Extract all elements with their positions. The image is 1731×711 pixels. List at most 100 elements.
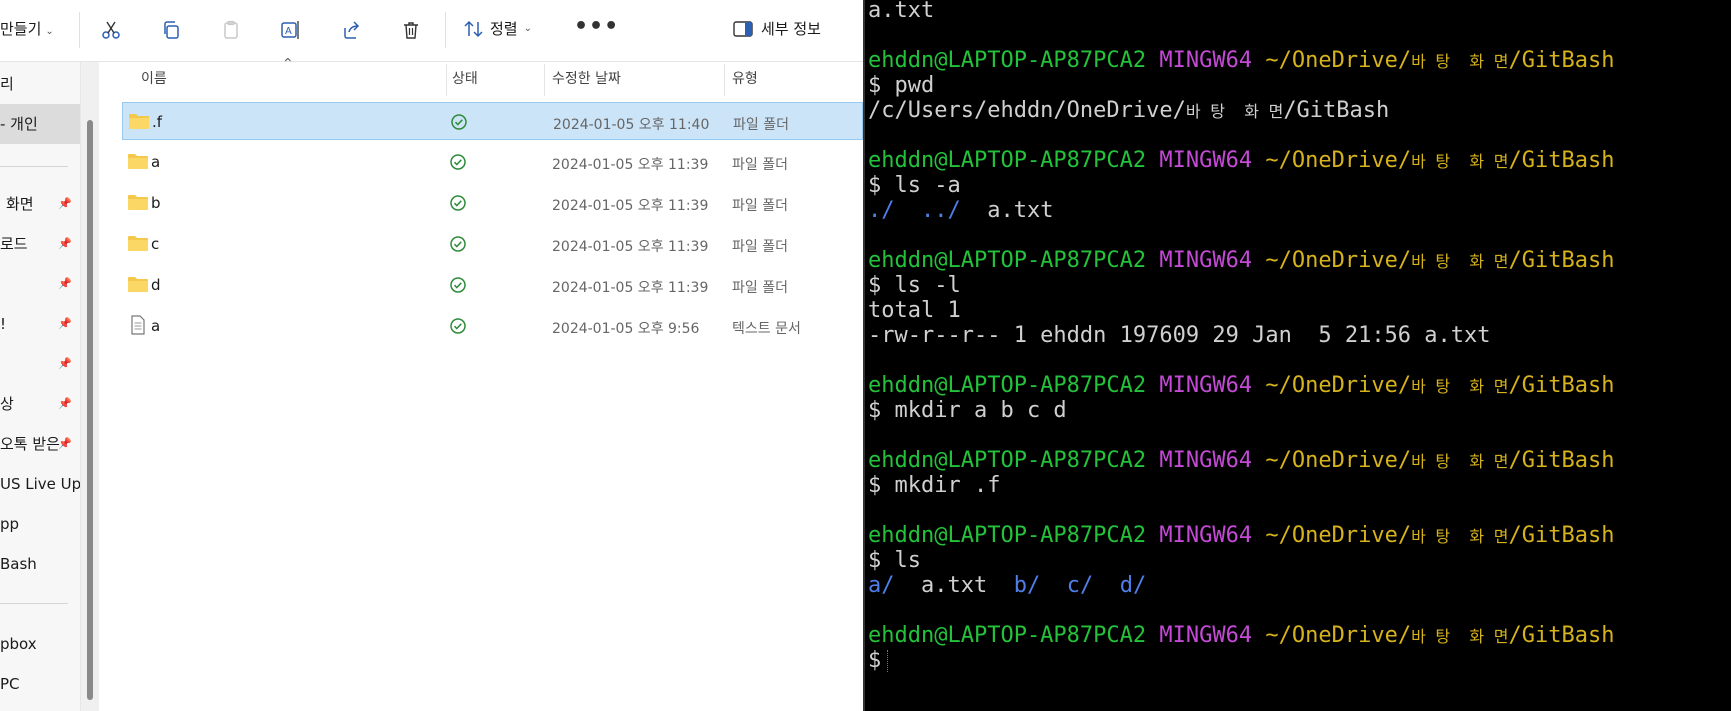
file-row[interactable]: a 2024-01-05 오후 9:56 텍스트 문서 xyxy=(122,307,863,345)
rename-icon: A xyxy=(281,21,299,39)
nav-item-kakaotalk[interactable]: 오톡 받은 📌 xyxy=(0,424,80,464)
nav-item-label: pp xyxy=(0,515,20,533)
delete-button[interactable] xyxy=(396,16,426,44)
file-row[interactable]: d 2024-01-05 오후 11:39 파일 폴더 xyxy=(122,266,863,304)
sort-button[interactable]: 정렬 ⌄ xyxy=(464,18,532,39)
file-type: 파일 폴더 xyxy=(733,117,789,133)
terminal-output-line: total 1 xyxy=(868,298,961,323)
share-button[interactable] xyxy=(336,16,366,44)
file-date: 2024-01-05 오후 11:39 xyxy=(552,239,709,255)
nav-item[interactable]: 상 📌 xyxy=(0,384,80,424)
share-icon xyxy=(344,21,360,39)
sync-check-icon xyxy=(450,236,466,252)
nav-item-live-update[interactable]: US Live Upda xyxy=(0,464,80,504)
sync-check-icon xyxy=(451,114,467,130)
terminal-input-line[interactable]: $ xyxy=(868,648,889,674)
file-date: 2024-01-05 오후 11:39 xyxy=(552,198,709,214)
sync-check-icon xyxy=(450,195,466,211)
text-cursor xyxy=(887,650,889,672)
gitbash-terminal[interactable]: a.txt ehddn@LAPTOP-AP87PCA2 MINGW64 ~/On… xyxy=(863,0,1731,711)
file-date: 2024-01-05 오후 11:40 xyxy=(553,117,710,133)
navigation-pane: 리 - 개인 화면 📌 로드 📌 📌 ! 📌 📌 상 📌 오톡 받은 📌 US Live … xyxy=(0,62,80,711)
column-divider[interactable] xyxy=(446,64,447,96)
scrollbar-thumb[interactable] xyxy=(87,120,93,700)
nav-item-label: 상 xyxy=(0,395,14,413)
details-pane-button[interactable]: 세부 정보 xyxy=(733,18,821,39)
clipboard-icon xyxy=(224,20,238,39)
column-header-type[interactable]: 유형 xyxy=(732,62,758,100)
nav-item-label: 화면 xyxy=(6,195,34,213)
terminal-command-line: $ mkdir .f xyxy=(868,473,1001,498)
column-header-name[interactable]: 이름 xyxy=(141,62,167,100)
details-pane-icon xyxy=(733,20,753,37)
nav-item-label: PC xyxy=(0,675,20,693)
nav-item-downloads[interactable]: 로드 📌 xyxy=(0,224,80,264)
nav-item[interactable]: 📌 xyxy=(0,344,80,384)
svg-text:A: A xyxy=(285,26,292,37)
nav-item[interactable]: pp xyxy=(0,504,80,544)
column-header-status[interactable]: 상태 xyxy=(452,62,478,100)
file-name: b xyxy=(151,194,161,212)
terminal-output-line: ./ ../ a.txt xyxy=(868,198,1054,223)
nav-item-label: US Live Upda xyxy=(0,475,80,493)
nav-item-desktop[interactable]: 화면 📌 xyxy=(0,184,80,224)
command-bar: 만들기 ⌄ A 정렬 ⌄ ••• 세부 정보 xyxy=(0,0,863,62)
terminal-prompt-line: ehddn@LAPTOP-AP87PCA2 MINGW64 ~/OneDrive… xyxy=(868,148,1615,173)
more-options-button[interactable]: ••• xyxy=(574,14,619,39)
folder-icon xyxy=(129,114,149,129)
terminal-prompt-line: ehddn@LAPTOP-AP87PCA2 MINGW64 ~/OneDrive… xyxy=(868,48,1615,73)
nav-item-onedrive-personal[interactable]: - 개인 xyxy=(0,104,80,144)
pin-icon: 📌 xyxy=(58,317,72,330)
toolbar-divider xyxy=(79,12,80,48)
new-label: 만들기 xyxy=(0,20,42,38)
copy-icon xyxy=(164,21,179,39)
file-row[interactable]: a 2024-01-05 오후 11:39 파일 폴더 xyxy=(122,143,863,181)
nav-item[interactable]: ! 📌 xyxy=(0,304,80,344)
toolbar-divider xyxy=(445,12,446,48)
file-row[interactable]: .f 2024-01-05 오후 11:40 파일 폴더 xyxy=(122,102,863,140)
nav-item[interactable]: 📌 xyxy=(0,264,80,304)
file-explorer-window: 만들기 ⌄ A 정렬 ⌄ ••• 세부 정보 리 - 개인 화면 📌 로드 📌 … xyxy=(0,0,863,711)
cut-button[interactable] xyxy=(96,16,126,44)
nav-item[interactable]: 리 xyxy=(0,64,80,104)
file-date: 2024-01-05 오후 11:39 xyxy=(552,157,709,173)
file-name: c xyxy=(151,235,160,253)
sort-icon xyxy=(464,20,483,37)
paste-button[interactable] xyxy=(216,16,246,44)
nav-item-label: 리 xyxy=(0,75,14,93)
terminal-command-line: $ ls xyxy=(868,548,921,573)
scissors-icon xyxy=(102,21,120,39)
chevron-down-icon: ⌄ xyxy=(523,23,532,34)
terminal-prompt-line: ehddn@LAPTOP-AP87PCA2 MINGW64 ~/OneDrive… xyxy=(868,448,1615,473)
nav-item-label: 오톡 받은 xyxy=(0,435,60,453)
nav-item-gitbash[interactable]: Bash xyxy=(0,544,80,584)
pin-icon: 📌 xyxy=(58,397,72,410)
file-date: 2024-01-05 오후 9:56 xyxy=(552,321,700,337)
copy-button[interactable] xyxy=(156,16,186,44)
nav-item-dropbox[interactable]: pbox xyxy=(0,624,80,664)
file-list: ⌃ 이름 상태 수정한 날짜 유형 .f 2024-01-05 오후 11:40… xyxy=(99,56,863,711)
file-row[interactable]: b 2024-01-05 오후 11:39 파일 폴더 xyxy=(122,184,863,222)
nav-item-label: - 개인 xyxy=(0,115,38,133)
terminal-prompt-line: ehddn@LAPTOP-AP87PCA2 MINGW64 ~/OneDrive… xyxy=(868,623,1615,648)
nav-item-label: ! xyxy=(0,315,7,333)
trash-icon xyxy=(404,22,418,39)
rename-button[interactable]: A xyxy=(276,16,306,44)
terminal-output-line: a.txt xyxy=(868,0,935,23)
column-divider[interactable] xyxy=(544,64,545,96)
nav-scrollbar[interactable] xyxy=(80,62,99,711)
nav-item-label: pbox xyxy=(0,635,37,653)
sync-check-icon xyxy=(450,154,466,170)
file-row[interactable]: c 2024-01-05 오후 11:39 파일 폴더 xyxy=(122,225,863,263)
terminal-output-line: a/ a.txt b/ c/ d/ xyxy=(868,573,1147,598)
file-name: a xyxy=(151,317,161,335)
file-date: 2024-01-05 오후 11:39 xyxy=(552,280,709,296)
folder-icon xyxy=(128,236,148,251)
pin-icon: 📌 xyxy=(58,357,72,370)
terminal-prompt-line: ehddn@LAPTOP-AP87PCA2 MINGW64 ~/OneDrive… xyxy=(868,373,1615,398)
pin-icon: 📌 xyxy=(58,277,72,290)
new-button[interactable]: 만들기 ⌄ xyxy=(0,18,54,39)
nav-item-this-pc[interactable]: PC xyxy=(0,664,80,704)
column-header-date-modified[interactable]: 수정한 날짜 xyxy=(552,62,621,100)
column-divider[interactable] xyxy=(724,64,725,96)
